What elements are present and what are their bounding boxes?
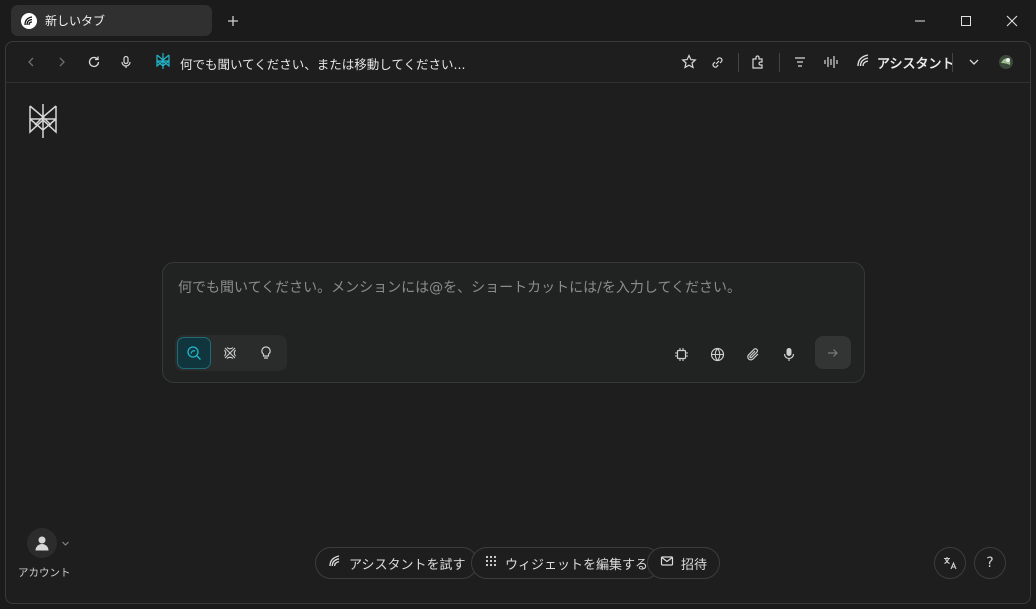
submit-button[interactable]: [815, 336, 851, 369]
grid-dots-icon: [484, 554, 498, 572]
forward-button[interactable]: [50, 50, 74, 74]
try-assistant-button[interactable]: アシスタントを試す: [315, 547, 479, 579]
invite-button[interactable]: 招待: [647, 547, 721, 579]
toolbar-separator: [952, 53, 953, 72]
search-mode-button[interactable]: [177, 337, 211, 369]
maximize-button[interactable]: [952, 7, 980, 35]
search-box[interactable]: 何でも聞いてください。メンションには@を、ショートカットには/を入力してください…: [162, 262, 865, 383]
try-assistant-label: アシスタントを試す: [349, 557, 466, 573]
help-button[interactable]: ?: [974, 547, 1006, 579]
help-label: ?: [986, 555, 994, 571]
toolbar: 何でも聞いてください、または移動してください... アシスタント: [6, 42, 1030, 83]
perplexity-favicon-icon: [21, 12, 37, 29]
chevron-down-icon[interactable]: [962, 50, 986, 74]
voice-search-button[interactable]: [114, 50, 138, 74]
browser-window: 何でも聞いてください、または移動してください... アシスタント 何でも聞いてく…: [5, 41, 1031, 604]
bookmark-star-button[interactable]: [677, 50, 701, 74]
perplexity-logo-icon: [26, 102, 60, 140]
close-window-button[interactable]: [998, 7, 1026, 35]
model-chip-icon[interactable]: [670, 343, 692, 365]
back-button[interactable]: [19, 50, 43, 74]
extensions-puzzle-icon[interactable]: [746, 50, 770, 74]
address-bar[interactable]: 何でも聞いてください、または移動してください...: [154, 51, 465, 75]
labs-lightbulb-icon[interactable]: [249, 337, 283, 369]
attach-paperclip-icon[interactable]: [742, 343, 764, 365]
search-mode-selector: [175, 335, 287, 371]
reading-list-icon[interactable]: [788, 50, 812, 74]
user-avatar-icon: [27, 528, 57, 558]
assistant-icon: [856, 53, 871, 72]
title-bar: 新しいタブ: [0, 0, 1036, 41]
new-tab-button[interactable]: [222, 10, 244, 32]
tab-new-tab[interactable]: 新しいタブ: [11, 5, 212, 36]
assistant-label: アシスタント: [877, 56, 955, 72]
account-label: アカウント: [18, 567, 71, 579]
toolbar-separator: [738, 53, 739, 72]
edit-widgets-label: ウィジェットを編集する: [505, 557, 649, 573]
reload-button[interactable]: [82, 50, 106, 74]
globe-icon[interactable]: [706, 343, 728, 365]
audio-waveform-icon[interactable]: [819, 50, 843, 74]
account-chevron-down-icon[interactable]: [61, 537, 70, 552]
edit-widgets-button[interactable]: ウィジェットを編集する: [471, 547, 662, 579]
profile-avatar-icon[interactable]: [994, 50, 1018, 74]
translate-button[interactable]: [934, 547, 966, 579]
research-mode-button[interactable]: [213, 337, 247, 369]
perplexity-logo-icon: [154, 52, 172, 74]
toolbar-separator: [779, 53, 780, 72]
mail-icon: [660, 554, 674, 572]
microphone-icon[interactable]: [778, 343, 800, 365]
search-input[interactable]: 何でも聞いてください。メンションには@を、ショートカットには/を入力してください…: [178, 277, 741, 297]
copy-link-button[interactable]: [705, 50, 729, 74]
assistant-icon: [328, 554, 342, 572]
assistant-button[interactable]: アシスタント: [856, 50, 954, 74]
address-bar-text: 何でも聞いてください、または移動してください...: [180, 56, 466, 72]
tab-title: 新しいタブ: [45, 14, 106, 28]
account-button[interactable]: アカウント: [18, 528, 71, 580]
invite-label: 招待: [681, 557, 708, 573]
minimize-button[interactable]: [906, 7, 934, 35]
